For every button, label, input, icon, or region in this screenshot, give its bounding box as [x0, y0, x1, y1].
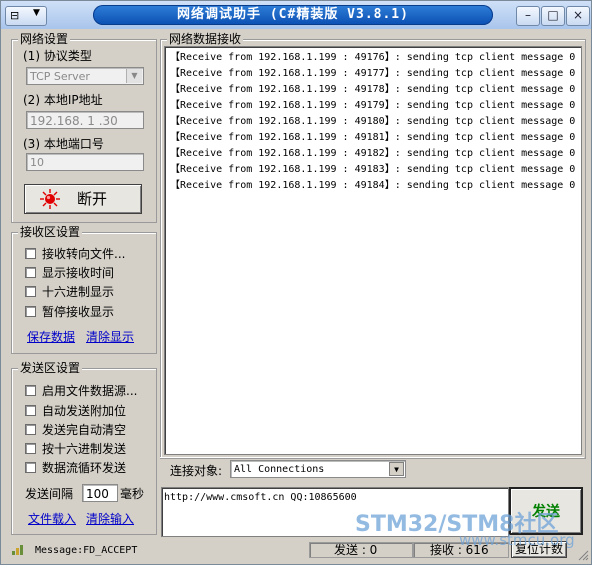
port-label: (3) 本地端口号	[23, 137, 104, 151]
disconnect-button[interactable]: 断开	[24, 184, 142, 214]
show-time-checkbox[interactable]	[25, 267, 36, 278]
clear-display-link[interactable]: 清除显示	[86, 330, 134, 344]
receive-settings-group: 接收区设置 接收转向文件... 显示接收时间 十六进制显示 暂停接收显示 保存数…	[11, 225, 157, 354]
app-icon: ⊟	[10, 9, 20, 22]
main-window: ⊟ ▼ 网络调试助手 (C#精装版 V3.8.1) – □ × 网络设置 (1)…	[0, 0, 592, 565]
show-time-label: 显示接收时间	[42, 266, 115, 280]
network-settings-label: 网络设置	[18, 32, 71, 46]
sent-count: 发送 : 0	[309, 542, 413, 558]
chevron-down-icon[interactable]: ▼	[389, 462, 404, 476]
file-source-label: 启用文件数据源...	[42, 384, 138, 398]
maximize-icon: □	[547, 8, 559, 22]
status-icon	[12, 545, 23, 555]
ip-field[interactable]: 192.168. 1 .30	[26, 111, 144, 129]
log-line: 【Receive from 192.168.1.199 : 49184】: se…	[170, 180, 576, 191]
receive-log[interactable]: 【Receive from 192.168.1.199 : 49176】: se…	[164, 46, 582, 455]
receive-to-file-label: 接收转向文件...	[42, 247, 126, 261]
loop-send-checkbox[interactable]	[25, 462, 36, 473]
hex-display-label: 十六进制显示	[42, 285, 115, 299]
auto-clear-label: 发送完自动清空	[42, 423, 127, 437]
pause-display-label: 暂停接收显示	[42, 305, 115, 319]
protocol-select[interactable]: TCP Server ▼	[26, 67, 144, 85]
maximize-button[interactable]: □	[541, 6, 565, 26]
interval-value: 100	[86, 487, 109, 501]
file-source-checkbox[interactable]	[25, 385, 36, 396]
clear-input-link[interactable]: 清除输入	[86, 512, 134, 526]
protocol-value: TCP Server	[30, 70, 90, 83]
minimize-icon: –	[525, 8, 531, 22]
append-bit-label: 自动发送附加位	[42, 404, 127, 418]
log-line: 【Receive from 192.168.1.199 : 49183】: se…	[170, 164, 576, 175]
log-line: 【Receive from 192.168.1.199 : 49182】: se…	[170, 148, 576, 159]
interval-label: 发送间隔	[25, 487, 74, 501]
ip-label: (2) 本地IP地址	[23, 93, 103, 107]
append-bit-checkbox[interactable]	[25, 405, 36, 416]
send-settings-label: 发送区设置	[18, 361, 83, 375]
target-label: 连接对象:	[170, 464, 223, 478]
auto-clear-checkbox[interactable]	[25, 424, 36, 435]
log-line: 【Receive from 192.168.1.199 : 49179】: se…	[170, 100, 576, 111]
log-line: 【Receive from 192.168.1.199 : 49177】: se…	[170, 68, 576, 79]
pause-display-checkbox[interactable]	[25, 306, 36, 317]
connection-indicator-icon	[40, 189, 60, 209]
hex-send-checkbox[interactable]	[25, 443, 36, 454]
title-bar[interactable]: ⊟ ▼ 网络调试助手 (C#精装版 V3.8.1) – □ ×	[1, 1, 591, 29]
interval-unit: 毫秒	[120, 487, 145, 501]
hex-send-label: 按十六进制发送	[42, 442, 127, 456]
send-text: http://www.cmsoft.cn QQ:10865600	[164, 492, 357, 503]
system-menu-button[interactable]: ⊟ ▼	[5, 6, 47, 26]
loop-send-label: 数据流循环发送	[42, 461, 127, 475]
receive-to-file-checkbox[interactable]	[25, 248, 36, 259]
minimize-button[interactable]: –	[516, 6, 540, 26]
close-button[interactable]: ×	[566, 6, 590, 26]
ip-value: 192.168. 1 .30	[30, 114, 118, 128]
window-title: 网络调试助手 (C#精装版 V3.8.1)	[177, 7, 409, 22]
chevron-down-icon: ▼	[33, 8, 40, 18]
sent-count-label: 发送 : 0	[334, 543, 378, 557]
disconnect-label: 断开	[77, 190, 108, 208]
chevron-down-icon[interactable]: ▼	[126, 69, 142, 83]
target-value: All Connections	[234, 464, 325, 475]
log-line: 【Receive from 192.168.1.199 : 49176】: se…	[170, 52, 576, 63]
port-value: 10	[30, 156, 44, 169]
log-line: 【Receive from 192.168.1.199 : 49181】: se…	[170, 132, 576, 143]
protocol-label: (1) 协议类型	[23, 49, 92, 63]
load-file-link[interactable]: 文件载入	[28, 512, 76, 526]
watermark-url: www.stmcu.org	[459, 531, 575, 549]
network-settings-group: 网络设置 (1) 协议类型 TCP Server ▼ (2) 本地IP地址 19…	[11, 32, 157, 223]
target-select[interactable]: All Connections ▼	[230, 460, 406, 478]
hex-display-checkbox[interactable]	[25, 286, 36, 297]
log-line: 【Receive from 192.168.1.199 : 49178】: se…	[170, 84, 576, 95]
target-bar: 连接对象: All Connections ▼	[160, 457, 584, 484]
close-icon: ×	[572, 8, 584, 22]
send-settings-group: 发送区设置 启用文件数据源... 自动发送附加位 发送完自动清空 按十六进制发送…	[11, 361, 157, 535]
status-message: Message:FD_ACCEPT	[35, 545, 138, 556]
port-field[interactable]: 10	[26, 153, 144, 171]
save-data-link[interactable]: 保存数据	[27, 330, 75, 344]
receive-settings-label: 接收区设置	[18, 225, 83, 239]
resize-grip-icon[interactable]	[577, 549, 589, 561]
title-pill: 网络调试助手 (C#精装版 V3.8.1)	[93, 5, 493, 25]
receive-area-label: 网络数据接收	[167, 32, 244, 46]
interval-input[interactable]: 100	[82, 484, 118, 502]
log-line: 【Receive from 192.168.1.199 : 49180】: se…	[170, 116, 576, 127]
